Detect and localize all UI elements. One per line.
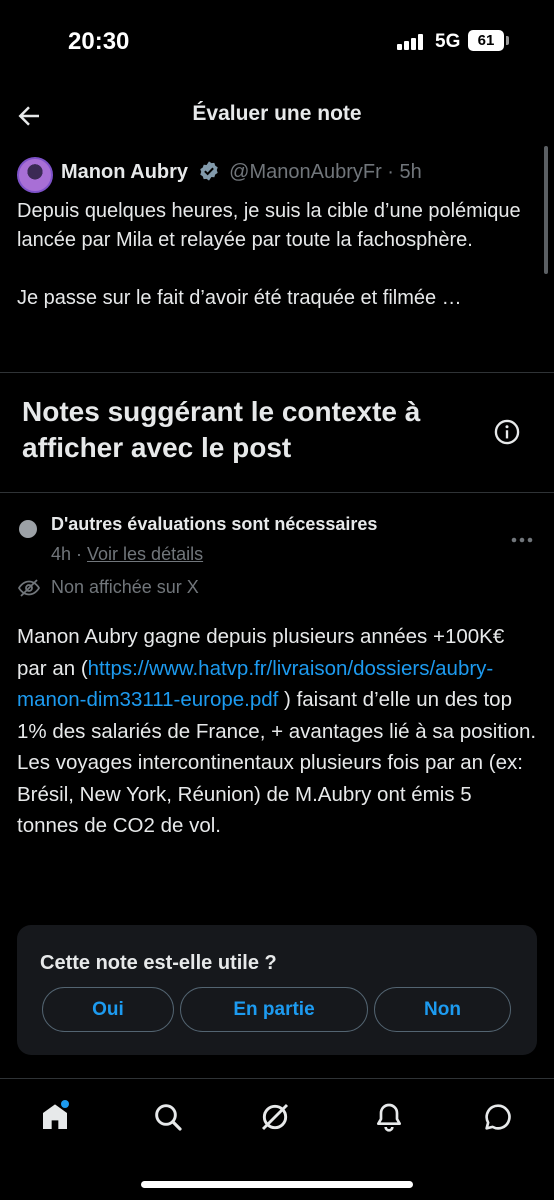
note-text: Manon Aubry gagne depuis plusieurs année… [17,621,537,842]
status-bar: 20:30 5G 61 [0,0,554,90]
author-handle: @ManonAubryFr · 5h [229,161,422,183]
note-text-part: Les voyages intercontinentaux plusieurs … [17,751,523,837]
battery-tip [506,36,509,45]
tweet-preview[interactable]: Manon Aubry @ManonAubryFr · 5h Depuis qu… [0,150,554,372]
scrollbar[interactable] [544,146,548,274]
status-time: 20:30 [68,28,130,55]
rating-yes-button[interactable]: Oui [42,987,174,1032]
divider [0,372,554,373]
more-options-icon[interactable] [508,532,536,548]
details-link[interactable]: Voir les détails [87,544,203,564]
rating-box: Cette note est-elle utile ? Oui En parti… [17,925,537,1055]
grok-icon[interactable] [259,1101,291,1133]
tweet-paragraph: Depuis quelques heures, je suis la cible… [17,200,521,251]
author-name[interactable]: Manon Aubry [61,161,188,183]
tweet-text: Depuis quelques heures, je suis la cible… [17,197,537,342]
messages-icon[interactable] [482,1101,514,1133]
page-title: Évaluer une note [192,102,362,125]
note-age: 4h [51,544,72,564]
section-title: Notes suggérant le contexte à afficher a… [22,396,421,463]
signal-icon [397,34,427,50]
author-line: Manon Aubry @ManonAubryFr · 5h [61,160,422,184]
meta-separator: · [71,544,88,564]
visibility-status: Non affichée sur X [51,577,199,597]
rating-partly-button[interactable]: En partie [180,987,368,1032]
rating-question: Cette note est-elle utile ? [40,952,277,974]
battery-icon: 61 [468,30,504,51]
network-type: 5G [435,31,461,52]
header: Évaluer une note [0,92,554,140]
avatar[interactable] [17,157,53,193]
search-icon[interactable] [152,1101,184,1133]
info-icon[interactable] [493,418,521,446]
note-meta: 4h · Voir les détails [51,544,203,565]
home-notification-dot [61,1100,69,1108]
note-status: D'autres évaluations sont nécessaires [51,514,378,534]
tweet-paragraph: Je passe sur le fait d’avoir été traquée… [17,287,462,309]
notifications-icon[interactable] [373,1101,405,1133]
status-dot-icon [19,520,37,538]
rating-no-button[interactable]: Non [374,987,511,1032]
verified-badge-icon [199,161,218,181]
eye-off-icon [17,579,41,597]
home-indicator[interactable] [141,1181,413,1188]
divider [0,492,554,493]
